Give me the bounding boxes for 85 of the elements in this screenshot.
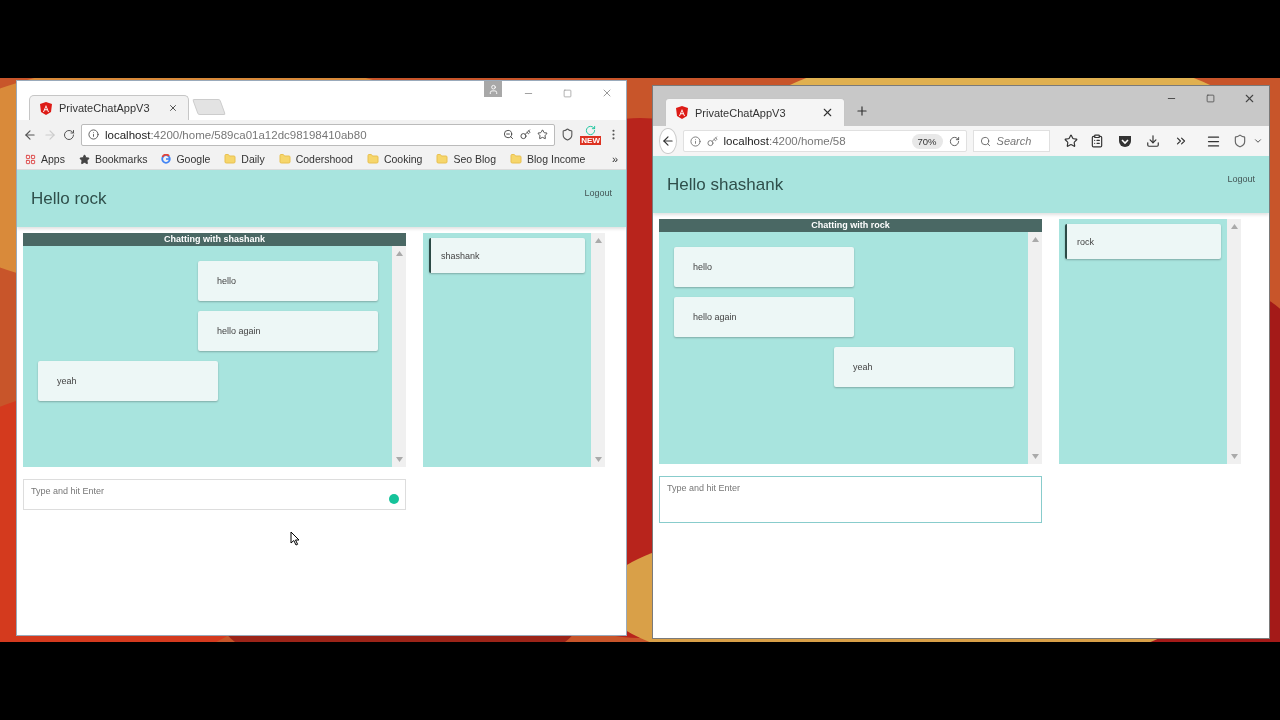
clipboard-icon[interactable] bbox=[1090, 134, 1104, 148]
address-bar[interactable]: localhost:4200/home/589ca01a12dc98198410ab80 bbox=[81, 123, 556, 146]
star-icon[interactable] bbox=[1064, 134, 1078, 148]
shield-icon bbox=[676, 106, 688, 119]
logout-link[interactable]: Logout bbox=[584, 188, 612, 198]
scroll-down-icon[interactable] bbox=[395, 457, 403, 462]
reload-icon[interactable] bbox=[948, 135, 960, 147]
search-field[interactable]: Search bbox=[972, 130, 1050, 152]
address-bar[interactable]: localhost:4200/home/58 70% bbox=[682, 130, 967, 152]
message-input[interactable]: Type and hit Enter bbox=[659, 476, 1042, 523]
zoom-level[interactable]: 70% bbox=[911, 133, 943, 149]
overflow-icon[interactable] bbox=[1174, 134, 1188, 148]
menu-icon[interactable] bbox=[1206, 133, 1221, 149]
cursor-icon bbox=[290, 531, 300, 546]
grammarly-icon[interactable] bbox=[389, 494, 399, 504]
chat-title: Chatting with shashank bbox=[23, 233, 406, 246]
key-icon[interactable] bbox=[706, 135, 718, 147]
scroll-up-icon[interactable] bbox=[594, 238, 602, 243]
bookmark[interactable]: Cooking bbox=[366, 153, 423, 165]
star-icon bbox=[78, 153, 90, 165]
info-icon[interactable] bbox=[88, 129, 99, 140]
bookmark[interactable]: Google bbox=[161, 153, 211, 165]
bookmark[interactable]: Apps bbox=[25, 153, 65, 165]
user-item[interactable]: shashank bbox=[429, 238, 585, 273]
url-text: localhost:4200/home/589ca01a12dc98198410ab80 bbox=[105, 128, 368, 141]
message-bubble: hello again bbox=[674, 297, 854, 337]
url-text: localhost:4200/home/58 bbox=[723, 135, 847, 147]
maximize-icon[interactable] bbox=[563, 88, 572, 98]
zoom-icon[interactable] bbox=[503, 129, 515, 140]
bookmark[interactable]: Seo Blog bbox=[436, 153, 497, 165]
greeting: Hello rock bbox=[31, 188, 107, 209]
g-logo-icon bbox=[161, 154, 172, 164]
new-badge: NEW bbox=[580, 135, 601, 145]
folder-icon bbox=[436, 153, 449, 165]
caret-icon[interactable] bbox=[1253, 136, 1263, 146]
logout-link[interactable]: Logout bbox=[1227, 174, 1255, 184]
new-tab-icon[interactable] bbox=[855, 104, 869, 118]
pocket-icon[interactable] bbox=[1118, 134, 1132, 148]
scroll-up-icon[interactable] bbox=[1230, 224, 1238, 229]
shield-icon bbox=[40, 101, 52, 115]
reload-icon[interactable] bbox=[63, 128, 75, 141]
scroll-up-icon[interactable] bbox=[395, 251, 403, 256]
user-item[interactable]: rock bbox=[1065, 224, 1221, 259]
search-placeholder: Search bbox=[996, 135, 1032, 147]
close-icon[interactable] bbox=[168, 103, 178, 113]
message-input[interactable]: Type and hit Enter bbox=[23, 479, 406, 510]
scroll-up-icon[interactable] bbox=[1031, 237, 1039, 242]
info-icon[interactable] bbox=[689, 135, 701, 147]
star-icon[interactable] bbox=[537, 129, 549, 140]
scrollbar[interactable] bbox=[392, 246, 406, 467]
folder-icon bbox=[366, 153, 379, 165]
message-bubble: hello bbox=[674, 247, 854, 287]
scrollbar[interactable] bbox=[1028, 232, 1042, 464]
bookmark[interactable]: Codershood bbox=[278, 153, 353, 165]
key-icon[interactable] bbox=[520, 129, 532, 140]
close-icon[interactable] bbox=[821, 106, 834, 119]
bookmark[interactable]: Daily bbox=[224, 153, 265, 165]
extension-icon[interactable] bbox=[1233, 134, 1247, 148]
back-button[interactable] bbox=[659, 128, 677, 154]
maximize-icon[interactable] bbox=[1206, 93, 1215, 103]
browser-tab[interactable]: PrivateChatAppV3 bbox=[665, 98, 845, 126]
back-icon bbox=[660, 134, 675, 148]
folder-icon bbox=[224, 153, 237, 165]
scroll-down-icon[interactable] bbox=[1031, 454, 1039, 459]
apps-grid-icon bbox=[25, 153, 36, 165]
scroll-down-icon[interactable] bbox=[1230, 454, 1238, 459]
greeting: Hello shashank bbox=[667, 174, 784, 195]
extension-icon[interactable] bbox=[561, 128, 575, 141]
message-bubble: yeah bbox=[834, 347, 1014, 387]
search-icon bbox=[979, 135, 991, 147]
folder-icon bbox=[278, 153, 291, 165]
scrollbar[interactable] bbox=[591, 233, 605, 467]
message-bubble: hello again bbox=[198, 311, 378, 351]
bookmark[interactable]: Bookmarks bbox=[78, 153, 148, 165]
scroll-down-icon[interactable] bbox=[594, 457, 602, 462]
back-icon[interactable] bbox=[23, 127, 37, 142]
message-bubble: hello bbox=[198, 261, 378, 301]
folder-icon bbox=[510, 153, 523, 165]
message-bubble: yeah bbox=[38, 361, 218, 401]
chat-title: Chatting with rock bbox=[659, 219, 1042, 232]
download-icon[interactable] bbox=[1146, 134, 1160, 148]
scrollbar[interactable] bbox=[1227, 219, 1241, 464]
browser-tab[interactable]: PrivateChatAppV3 bbox=[29, 95, 189, 120]
more-bookmarks[interactable]: » bbox=[611, 153, 618, 165]
bookmark[interactable]: Blog Income bbox=[510, 153, 586, 165]
